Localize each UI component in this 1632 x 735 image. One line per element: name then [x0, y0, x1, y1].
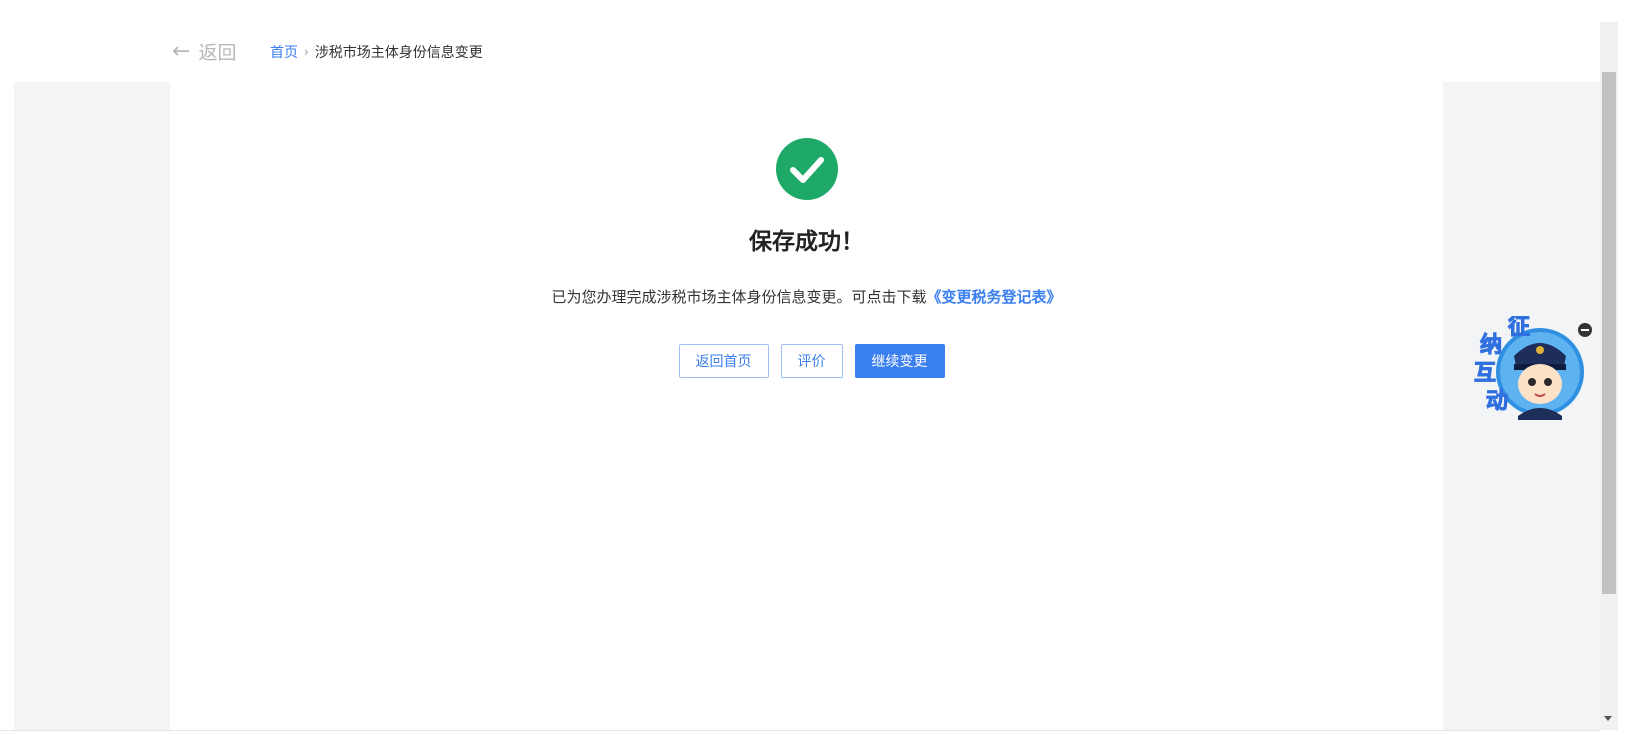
breadcrumb-separator: › [304, 45, 309, 59]
minus-circle-icon[interactable] [1578, 323, 1592, 337]
evaluate-button[interactable]: 评价 [780, 344, 843, 378]
action-buttons: 返回首页 评价 继续变更 [170, 344, 1443, 378]
breadcrumb-home[interactable]: 首页 [270, 42, 298, 62]
tax-assistant-widget[interactable]: 征 纳 互 动 [1466, 314, 1586, 426]
tax-officer-avatar-icon: 征 纳 互 动 [1474, 314, 1584, 420]
scroll-down-arrow-icon[interactable] [1604, 716, 1612, 721]
assistant-char-2: 纳 [1480, 332, 1502, 358]
result-panel: 保存成功！ 已为您办理完成涉税市场主体身份信息变更。可点击下载《变更税务登记表》… [170, 82, 1443, 730]
check-circle-icon [776, 138, 838, 200]
breadcrumb-current: 涉税市场主体身份信息变更 [314, 45, 483, 61]
success-title: 保存成功！ [749, 229, 864, 255]
back-home-button[interactable]: 返回首页 [678, 344, 769, 378]
message-text: 已为您办理完成涉税市场主体身份信息变更。可点击下载 [551, 288, 927, 306]
download-form-link[interactable]: 《变更税务登记表》 [927, 288, 1062, 306]
assistant-char-3: 互 [1474, 361, 1496, 386]
back-label: 返回 [198, 42, 237, 64]
assistant-char-4: 动 [1486, 389, 1508, 414]
arrow-left-icon: ← [172, 38, 191, 64]
scrollbar-thumb[interactable] [1602, 72, 1616, 594]
back-link[interactable]: ← 返回 [172, 38, 236, 65]
success-message: 已为您办理完成涉税市场主体身份信息变更。可点击下载《变更税务登记表》 [170, 286, 1443, 307]
assistant-char-1: 征 [1508, 316, 1530, 340]
continue-change-button[interactable]: 继续变更 [854, 344, 945, 378]
breadcrumb: 首页 › 涉税市场主体身份信息变更 [270, 42, 483, 62]
top-bar: ← 返回 首页 › 涉税市场主体身份信息变更 [0, 0, 1600, 80]
bottom-divider [0, 730, 1600, 731]
